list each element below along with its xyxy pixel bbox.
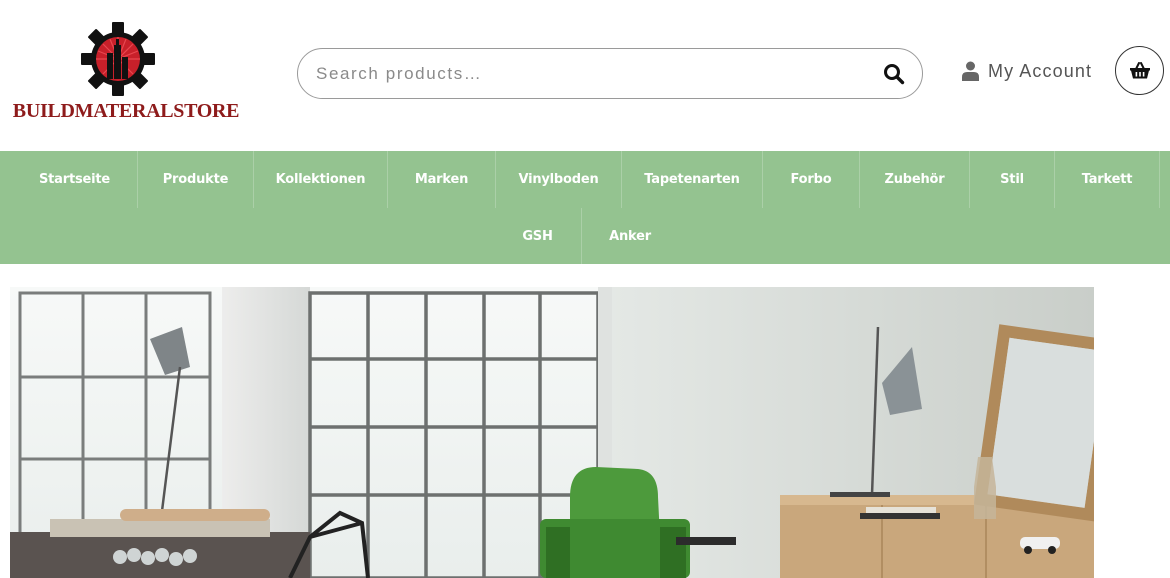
nav-item-produkte[interactable]: Produkte bbox=[138, 151, 254, 208]
gear-logo-icon bbox=[81, 22, 155, 96]
my-account-label: My Account bbox=[988, 60, 1093, 81]
main-navigation: Startseite Produkte Kollektionen Marken … bbox=[0, 151, 1170, 264]
nav-item-marken[interactable]: Marken bbox=[388, 151, 496, 208]
nav-row-secondary: GSH Anker bbox=[494, 208, 678, 264]
site-header: BUILDMATERALSTORE My Account bbox=[0, 0, 1170, 151]
user-icon bbox=[962, 61, 979, 81]
nav-item-startseite[interactable]: Startseite bbox=[12, 151, 138, 208]
nav-item-kollektionen[interactable]: Kollektionen bbox=[254, 151, 388, 208]
nav-item-tapetenarten[interactable]: Tapetenarten bbox=[622, 151, 763, 208]
nav-item-anker[interactable]: Anker bbox=[582, 208, 678, 264]
nav-item-vinylboden[interactable]: Vinylboden bbox=[496, 151, 622, 208]
search-icon[interactable] bbox=[882, 62, 906, 86]
cart-button[interactable] bbox=[1115, 46, 1164, 95]
basket-icon bbox=[1129, 62, 1150, 79]
nav-item-forbo[interactable]: Forbo bbox=[763, 151, 860, 208]
hero-banner-image[interactable] bbox=[10, 287, 1094, 578]
nav-item-zubehoer[interactable]: Zubehör bbox=[860, 151, 970, 208]
nav-item-stil[interactable]: Stil bbox=[970, 151, 1055, 208]
search-input[interactable] bbox=[316, 49, 856, 98]
interior-scene-illustration bbox=[10, 287, 1094, 578]
nav-item-gsh[interactable]: GSH bbox=[494, 208, 582, 264]
brand-name: BUILDMATERALSTORE bbox=[12, 100, 240, 122]
my-account-link[interactable]: My Account bbox=[962, 56, 1092, 86]
nav-row-primary: Startseite Produkte Kollektionen Marken … bbox=[12, 151, 1160, 208]
nav-item-tarkett[interactable]: Tarkett bbox=[1055, 151, 1160, 208]
site-logo[interactable]: BUILDMATERALSTORE bbox=[12, 22, 240, 132]
search-bar bbox=[297, 48, 923, 99]
